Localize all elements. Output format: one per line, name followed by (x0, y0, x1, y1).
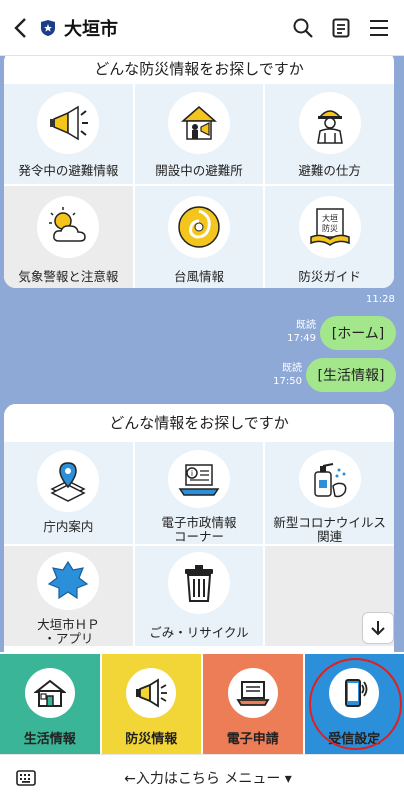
read-time: 17:50 (273, 376, 302, 387)
megaphone-icon (37, 92, 100, 154)
menu-receive-settings[interactable]: 受信設定 (304, 654, 404, 754)
search-button[interactable] (284, 0, 322, 56)
weather-icon (37, 196, 100, 258)
general-info-card: どんな情報をお探しですか 庁内案内 i 電子市政情報 コーナー 新型コロナウイル… (4, 404, 394, 652)
bottom-input-bar: ←入力はこちら メニュー ▾ (0, 754, 404, 800)
scroll-down-button[interactable] (362, 612, 394, 644)
user-message-living-info[interactable]: [生活情報] (306, 358, 396, 392)
item-label: 発令中の避難情報 (18, 163, 119, 178)
info-card-title: どんな情報をお探しですか (4, 404, 394, 442)
disaster-item-typhoon[interactable]: 台風情報 (134, 186, 264, 288)
disaster-item-how-to-evacuate[interactable]: 避難の仕方 (265, 84, 394, 184)
megaphone-icon (126, 667, 177, 718)
read-receipt: 既読 17:49 (286, 319, 316, 345)
item-label: 防災ガイド (298, 269, 361, 284)
laptop-info-icon: i (167, 450, 230, 508)
laptop-icon (227, 667, 278, 718)
disaster-guide-book-icon: 大垣 防災 (298, 196, 361, 258)
search-icon (293, 18, 313, 38)
menu-living-info[interactable]: 生活情報 (0, 654, 100, 754)
read-label: 既読 (296, 320, 316, 331)
menu-label: 電子申請 (226, 731, 279, 747)
hamburger-menu-icon (370, 19, 388, 36)
item-label: 気象警報と注意報 (18, 269, 119, 284)
highlight-ring (308, 658, 402, 750)
menu-label: 生活情報 (23, 731, 76, 747)
info-item-city-hp-app[interactable]: 大垣市ＨＰ ・アプリ (4, 546, 133, 646)
item-label: ごみ・リサイクル (149, 625, 249, 640)
rich-menu: 生活情報 防災情報 電子申請 受信設定 (0, 652, 404, 754)
svg-text:i: i (191, 469, 193, 478)
info-item-e-municipal[interactable]: i 電子市政情報 コーナー (134, 442, 264, 544)
notes-button[interactable] (322, 0, 360, 56)
disaster-card-title: どんな防災情報をお探しですか (4, 56, 394, 84)
map-pin-icon (37, 450, 100, 512)
read-time: 17:49 (287, 333, 316, 344)
keyboard-button[interactable] (0, 755, 52, 800)
menu-disaster-info[interactable]: 防災情報 (101, 654, 201, 754)
notes-icon (332, 18, 350, 37)
read-label: 既読 (282, 363, 302, 374)
menu-toggle-label[interactable]: ←入力はこちら メニュー ▾ (52, 768, 364, 788)
puzzle-city-icon (37, 552, 100, 610)
back-button[interactable] (0, 0, 40, 56)
menu-label: 防災情報 (125, 731, 178, 747)
shelter-icon (167, 92, 230, 154)
disaster-item-guide[interactable]: 大垣 防災 防災ガイド (265, 186, 394, 288)
disaster-item-evacuation-orders[interactable]: 発令中の避難情報 (4, 84, 133, 184)
disaster-info-card: どんな防災情報をお探しですか 発令中の避難情報 開設中の避難所 避難の仕方 気象… (4, 56, 394, 288)
app-header: 大垣市 (0, 0, 404, 56)
arrow-down-icon (371, 621, 385, 636)
read-receipt: 既読 17:50 (272, 362, 302, 388)
item-label: 開設中の避難所 (155, 163, 243, 178)
sanitizer-icon (298, 450, 361, 508)
trash-can-icon (167, 552, 230, 614)
verified-shield-icon (40, 18, 58, 38)
menu-button[interactable] (360, 0, 398, 56)
evacuation-worker-icon (298, 92, 361, 154)
svg-text:防災: 防災 (322, 223, 338, 233)
info-item-garbage-recycle[interactable]: ごみ・リサイクル (134, 546, 264, 646)
chevron-left-icon (14, 17, 26, 38)
page-title: 大垣市 (64, 18, 118, 40)
typhoon-icon (167, 196, 230, 258)
item-label: 庁内案内 (43, 519, 94, 534)
user-message-home[interactable]: [ホーム] (320, 316, 396, 350)
info-item-office-guide[interactable]: 庁内案内 (4, 442, 133, 544)
house-icon (24, 667, 75, 718)
item-label: 大垣市ＨＰ ・アプリ (37, 617, 100, 646)
item-label: 新型コロナウイルス 関連 (273, 515, 386, 544)
menu-e-application[interactable]: 電子申請 (203, 654, 303, 754)
item-label: 避難の仕方 (298, 163, 361, 178)
svg-text:大垣: 大垣 (322, 213, 338, 223)
item-label: 電子市政情報 コーナー (161, 515, 237, 544)
info-item-covid[interactable]: 新型コロナウイルス 関連 (265, 442, 394, 544)
keyboard-icon (16, 769, 36, 786)
disaster-item-weather-warnings[interactable]: 気象警報と注意報 (4, 186, 133, 288)
chat-area[interactable]: どんな防災情報をお探しですか 発令中の避難情報 開設中の避難所 避難の仕方 気象… (0, 56, 404, 652)
message-timestamp: 11:28 (366, 294, 395, 305)
disaster-item-open-shelters[interactable]: 開設中の避難所 (134, 84, 264, 184)
item-label: 台風情報 (173, 269, 224, 284)
